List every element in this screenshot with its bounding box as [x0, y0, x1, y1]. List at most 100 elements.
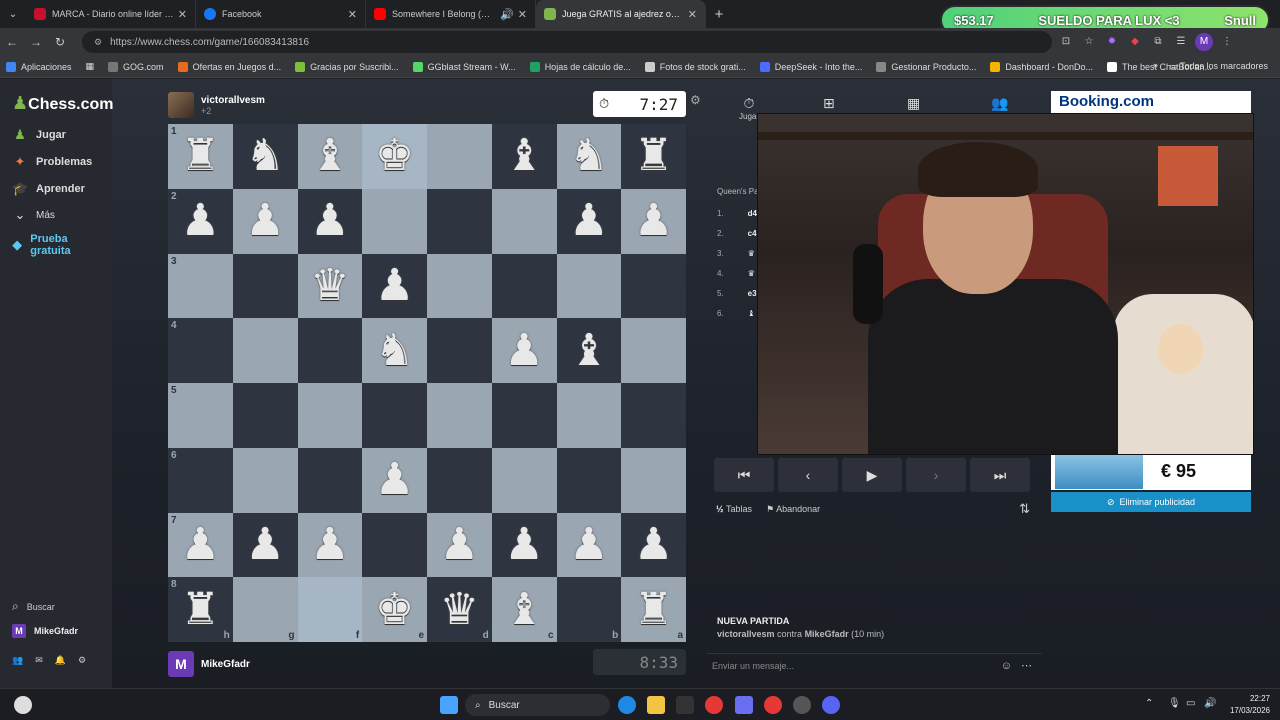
last-move-button[interactable]: ⏭ — [970, 458, 1030, 492]
move-row[interactable]: 1. d4 — [717, 209, 757, 218]
forward-icon[interactable]: → — [24, 35, 48, 49]
network-icon[interactable]: ▭ — [1186, 698, 1195, 709]
board-square[interactable]: ♛ — [297, 253, 363, 319]
board-square[interactable] — [297, 383, 363, 448]
chess-piece[interactable]: ♝ — [310, 134, 349, 178]
board-square[interactable] — [427, 124, 492, 189]
chess-piece[interactable]: ♟ — [375, 458, 414, 502]
board-square[interactable] — [427, 447, 492, 513]
board-square[interactable] — [491, 383, 557, 448]
board-square[interactable] — [491, 188, 557, 254]
chess-piece[interactable]: ♛ — [440, 587, 479, 632]
board-square[interactable]: ♟ — [621, 188, 686, 254]
reload-icon[interactable]: ↻ — [48, 35, 72, 49]
board-square[interactable]: 7 ♟ — [168, 512, 233, 578]
board-square[interactable]: d ♛ — [427, 577, 492, 642]
chess-piece[interactable]: ♟ — [310, 522, 349, 567]
board-square[interactable]: ♟ — [362, 253, 427, 319]
taskbar-search[interactable]: ⌕ Buscar — [465, 694, 610, 716]
board-square[interactable]: g — [232, 577, 298, 642]
board-square[interactable] — [621, 318, 686, 383]
board-square[interactable]: ♞ — [362, 318, 427, 383]
previous-move-button[interactable]: ‹ — [778, 458, 838, 492]
profile-avatar[interactable]: M — [1195, 33, 1213, 51]
discord-icon[interactable] — [822, 696, 840, 714]
url-field[interactable]: ⚙ https://www.chess.com/game/166083413816 — [82, 31, 1052, 53]
board-square[interactable]: ♟ — [556, 512, 622, 578]
board-square[interactable] — [556, 253, 622, 319]
board-square[interactable]: ♟ — [232, 512, 298, 578]
tab-games[interactable]: ▦ — [907, 95, 920, 112]
chess-piece[interactable]: ♜ — [634, 134, 673, 178]
sidebar-item-problemas[interactable]: ✦ Problemas — [12, 154, 93, 170]
chess-logo[interactable]: ♟Chess.com — [12, 93, 114, 114]
chess-piece[interactable]: ♜ — [181, 134, 220, 178]
file-explorer-icon[interactable] — [647, 696, 665, 714]
sidebar-item-aprender[interactable]: 🎓 Aprender — [12, 181, 85, 197]
board-square[interactable]: ♟ — [362, 447, 427, 513]
board-settings-icon[interactable]: ⚙ — [690, 93, 701, 107]
board-square[interactable] — [556, 447, 622, 513]
resign-button[interactable]: ⚑ Abandonar — [766, 504, 820, 515]
first-move-button[interactable]: ⏮ — [714, 458, 774, 492]
app-icon[interactable] — [676, 696, 694, 714]
ad-offer[interactable]: € 95 — [1051, 452, 1251, 490]
chess-piece[interactable]: ♞ — [569, 134, 608, 178]
bookmark-grid[interactable]: ▦ — [86, 61, 95, 72]
board-square[interactable] — [427, 253, 492, 319]
app-icon[interactable] — [793, 696, 811, 714]
chess-piece[interactable]: ♟ — [569, 522, 608, 567]
notifications-icon[interactable]: 🔔 — [55, 655, 66, 666]
board-square[interactable]: ♞ — [232, 124, 298, 189]
site-info-icon[interactable]: ⚙ — [94, 37, 102, 48]
board-square[interactable]: ♜ — [621, 124, 686, 189]
tab-search-icon[interactable]: ⌄ — [0, 0, 26, 28]
chess-piece[interactable]: ♟ — [504, 522, 543, 567]
chess-piece[interactable]: ♟ — [634, 199, 673, 243]
move-row[interactable]: 4. ♛ — [717, 269, 755, 278]
board-square[interactable] — [232, 383, 298, 448]
chess-piece[interactable]: ♞ — [375, 328, 414, 373]
start-icon[interactable] — [440, 696, 458, 714]
board-square[interactable]: e ♚ — [362, 577, 427, 642]
board-square[interactable] — [621, 447, 686, 513]
board-square[interactable] — [297, 447, 363, 513]
chess-piece[interactable]: ♟ — [181, 199, 220, 243]
board-square[interactable]: ♟ — [232, 188, 298, 254]
chrome-icon[interactable] — [705, 696, 723, 714]
tab-play[interactable]: ⏱ Jugar — [739, 95, 759, 121]
board-square[interactable]: ♚ — [362, 124, 427, 189]
reading-list-icon[interactable]: ☰ — [1172, 33, 1190, 51]
board-square[interactable]: ♟ — [297, 188, 363, 254]
board-square[interactable]: ♟ — [297, 512, 363, 578]
tab-marca[interactable]: MARCA - Diario online líder en ✕ — [26, 0, 196, 28]
chess-piece[interactable]: ♟ — [181, 522, 220, 567]
widgets-icon[interactable] — [14, 696, 32, 714]
sidebar-item-jugar[interactable]: ♟ Jugar — [12, 127, 66, 143]
bookmark-star-icon[interactable]: ☆ — [1080, 33, 1098, 51]
chess-piece[interactable]: ♝ — [569, 328, 608, 373]
chevron-up-icon[interactable]: ⌃ — [1145, 698, 1153, 709]
board-square[interactable]: ♟ — [621, 512, 686, 578]
chess-piece[interactable]: ♟ — [504, 328, 543, 373]
extensions-puzzle-icon[interactable]: ⧉ — [1149, 33, 1167, 51]
chess-piece[interactable]: ♞ — [245, 134, 284, 178]
board-square[interactable]: ♝ — [297, 124, 363, 189]
chess-board[interactable]: 1 ♜ ♞ ♝ ♚ ♝ ♞ ♜ 2 ♟ ♟ ♟ ♟ ♟ 3 ♛ ♟ 4 ♞ ♟ ♝ 5 6 ♟ 7 ♟ ♟ ♟ ♟ ♟ ♟ ♟ 8 h ♜ g f e ♚ d… — [168, 124, 686, 642]
close-icon[interactable]: ✕ — [518, 8, 527, 21]
draw-button[interactable]: ½ Tablas — [716, 504, 752, 514]
board-square[interactable]: 6 — [168, 447, 233, 513]
volume-icon[interactable]: 🔊 — [1204, 698, 1216, 709]
bookmark-apps[interactable]: Aplicaciones — [6, 61, 72, 72]
sidebar-user[interactable]: M MikeGfadr — [12, 624, 78, 638]
more-icon[interactable]: ⋯ — [1021, 659, 1032, 672]
chess-piece[interactable]: ♟ — [634, 522, 673, 567]
board-square[interactable] — [491, 253, 557, 319]
chess-piece[interactable]: ♚ — [375, 134, 414, 178]
board-square[interactable]: 8 h ♜ — [168, 577, 233, 642]
board-square[interactable] — [621, 383, 686, 448]
bookmark-dashboard[interactable]: Dashboard - DonDo... — [990, 61, 1093, 72]
board-square[interactable] — [491, 447, 557, 513]
bookmark-gestionar[interactable]: Gestionar Producto... — [876, 61, 976, 72]
taskbar-clock[interactable]: 22:27 17/03/2026 — [1230, 693, 1270, 717]
